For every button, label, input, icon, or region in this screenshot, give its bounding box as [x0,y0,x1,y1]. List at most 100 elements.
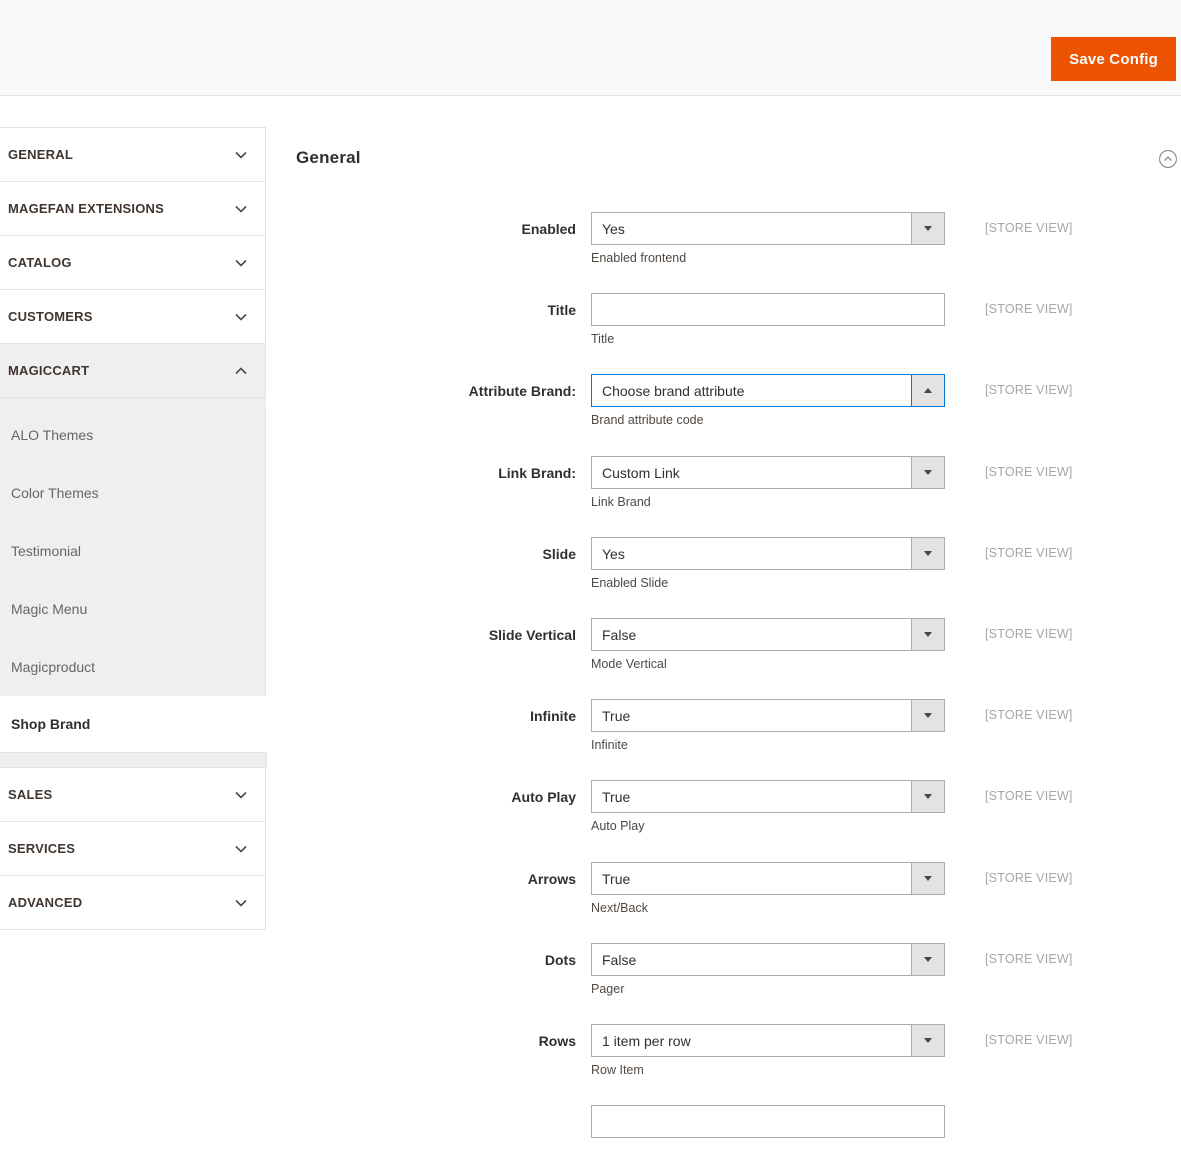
sidebar-section-services[interactable]: SERVICES [0,822,266,876]
sidebar-section-customers[interactable]: CUSTOMERS [0,290,266,344]
dropdown-arrow-icon[interactable] [911,1025,944,1056]
sidebar-section-catalog[interactable]: CATALOG [0,236,266,290]
dropdown-arrow-icon[interactable] [911,213,944,244]
field-label: Slide [542,545,576,562]
field-note: Row Item [591,1063,644,1077]
field-control: Choose brand attribute Brand attribute c… [591,374,945,427]
field-row-arrows: Arrows True Next/Back [STORE VIEW] [296,862,1181,922]
field-label [296,1105,576,1138]
field-row-attribute-brand: Attribute Brand: Choose brand attribute … [296,374,1181,434]
collapse-section-icon[interactable] [1158,149,1178,169]
select-value: True [602,870,631,887]
select-control[interactable]: True [591,862,945,895]
field-control: False Mode Vertical [591,618,945,671]
sidebar-item-label: Shop Brand [11,716,91,732]
save-config-button[interactable]: Save Config [1051,37,1176,81]
field-control: 1 item per row Row Item [591,1024,945,1077]
chevron-down-icon [233,895,249,911]
field-control: True Infinite [591,699,945,752]
sidebar-section-magefan-extensions[interactable]: MAGEFAN EXTENSIONS [0,182,266,236]
field-label: Attribute Brand: [468,382,576,399]
sidebar-item-color-themes[interactable]: Color Themes [0,464,266,522]
panel-title: General [296,148,361,167]
field-control: Yes Enabled Slide [591,537,945,590]
field-control [591,1105,945,1144]
sidebar-item-testimonial[interactable]: Testimonial [0,522,266,580]
sidebar-section-label: CATALOG [8,255,72,270]
text-input[interactable] [591,1105,945,1138]
scope-label: [STORE VIEW] [985,789,1073,803]
field-note: Enabled frontend [591,251,687,265]
chevron-down-icon [233,147,249,163]
sidebar-item-shop-brand[interactable]: Shop Brand [0,696,266,753]
select-control[interactable]: Choose brand attribute [591,374,945,407]
field-control: Custom Link Link Brand [591,456,945,509]
scope-label: [STORE VIEW] [985,871,1073,885]
sidebar-section-label: CUSTOMERS [8,309,93,324]
field-label: Arrows [527,870,576,887]
chevron-down-icon [233,841,249,857]
sidebar-section-general[interactable]: GENERAL [0,128,266,182]
scope-label: [STORE VIEW] [985,546,1073,560]
sidebar-item-label: Testimonial [11,543,82,559]
scope-label: [STORE VIEW] [985,627,1073,641]
select-control[interactable]: False [591,618,945,651]
sidebar-item-magic-menu[interactable]: Magic Menu [0,580,266,638]
sidebar-subsection: ALO Themes Color Themes Testimonial Magi… [0,398,266,768]
field-note: Mode Vertical [591,657,667,671]
scope-label: [STORE VIEW] [985,708,1073,722]
field-note: Infinite [591,738,628,752]
dropdown-arrow-up-icon[interactable] [911,375,944,406]
field-row-slide: Slide Yes Enabled Slide [STORE VIEW] [296,537,1181,597]
config-nav-sidebar: GENERAL MAGEFAN EXTENSIONS CATALOG CUSTO… [0,127,266,930]
select-value: 1 item per row [602,1032,691,1049]
field-note: Next/Back [591,901,648,915]
field-control: True Next/Back [591,862,945,915]
select-value: True [602,788,631,805]
dropdown-arrow-icon[interactable] [911,944,944,975]
chevron-up-icon [233,363,249,379]
dropdown-arrow-icon[interactable] [911,619,944,650]
select-control[interactable]: Yes [591,537,945,570]
dropdown-arrow-icon[interactable] [911,781,944,812]
field-row-title: Title Title [STORE VIEW] [296,293,1181,353]
select-control[interactable]: True [591,780,945,813]
chevron-down-icon [233,255,249,271]
scope-label: [STORE VIEW] [985,383,1073,397]
field-control: Title [591,293,945,346]
sidebar-section-sales[interactable]: SALES [0,768,266,822]
chevron-down-icon [233,309,249,325]
field-row-dots: Dots False Pager [STORE VIEW] [296,943,1181,1003]
sidebar-item-label: Magicproduct [11,659,96,675]
field-row-link-brand: Link Brand: Custom Link Link Brand [STOR… [296,456,1181,516]
select-control[interactable]: True [591,699,945,732]
dropdown-arrow-icon[interactable] [911,538,944,569]
dropdown-arrow-icon[interactable] [911,863,944,894]
field-note: Pager [591,982,625,996]
select-control[interactable]: Yes [591,212,945,245]
dropdown-arrow-icon[interactable] [911,457,944,488]
select-value: Yes [602,545,625,562]
select-value: False [602,951,637,968]
field-label: Dots [544,951,576,968]
chevron-down-icon [233,787,249,803]
select-value: Yes [602,220,625,237]
sidebar-item-label: ALO Themes [11,427,94,443]
select-control[interactable]: False [591,943,945,976]
scope-label: [STORE VIEW] [985,952,1073,966]
field-label: Rows [538,1032,576,1049]
text-input[interactable] [591,293,945,326]
sidebar-item-alo-themes[interactable]: ALO Themes [0,406,266,464]
sidebar-section-advanced[interactable]: ADVANCED [0,876,266,930]
sidebar-section-label: SALES [8,787,53,802]
select-control[interactable]: 1 item per row [591,1024,945,1057]
field-row-rows: Rows 1 item per row Row Item [STORE VIEW… [296,1024,1181,1084]
sidebar-item-label: Magic Menu [11,601,88,617]
sidebar-section-magiccart[interactable]: MAGICCART [0,344,266,398]
select-value: Choose brand attribute [602,382,745,399]
sidebar-section-label: GENERAL [8,147,73,162]
dropdown-arrow-icon[interactable] [911,700,944,731]
field-label: Link Brand: [498,464,576,481]
sidebar-item-magicproduct[interactable]: Magicproduct [0,638,266,696]
select-control[interactable]: Custom Link [591,456,945,489]
